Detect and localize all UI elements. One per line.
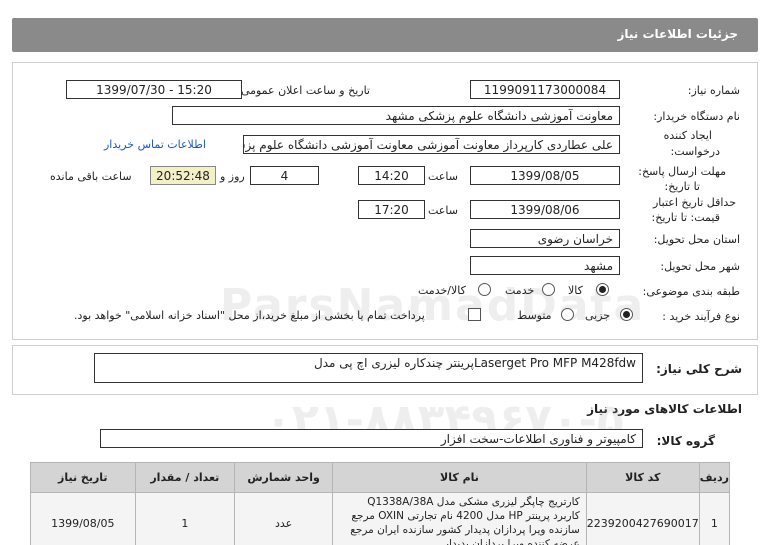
process-radio-minor[interactable] xyxy=(620,308,633,321)
category-radio-both[interactable] xyxy=(478,283,491,296)
announce-label: تاریخ و ساعت اعلان عمومی: xyxy=(237,84,370,97)
header-bar: جزئیات اطلاعات نیاز xyxy=(12,18,758,52)
category-radio-service[interactable] xyxy=(542,283,555,296)
deadline-label-2: تا تاریخ: xyxy=(664,180,700,193)
remaining-label: ساعت باقی مانده xyxy=(50,170,132,183)
days-field: 4 xyxy=(250,166,319,185)
buyer-contact-link[interactable]: اطلاعات تماس خریدار xyxy=(104,138,206,151)
validity-date-field: 1399/08/06 xyxy=(470,200,620,219)
city-field: مشهد xyxy=(470,256,620,275)
validity-time-field: 17:20 xyxy=(358,200,425,219)
deadline-date-field: 1399/08/05 xyxy=(470,166,620,185)
province-field: خراسان رضوی xyxy=(470,229,620,248)
creator-label-2: درخواست: xyxy=(670,145,720,158)
treasury-checkbox[interactable] xyxy=(468,308,481,321)
creator-label: ایجاد کننده xyxy=(663,129,712,142)
category-option-service: خدمت xyxy=(505,284,535,297)
col-qty: تعداد / مقدار xyxy=(134,462,236,493)
col-code: کد کالا xyxy=(585,462,700,493)
buyer-field: معاونت آموزشی دانشگاه علوم پزشکی مشهد xyxy=(172,106,620,125)
validity-label-2: قیمت: تا تاریخ: xyxy=(651,211,720,224)
col-name: نام کالا xyxy=(332,462,587,493)
cell-unit: عدد xyxy=(234,492,334,545)
process-option-minor: جزیی xyxy=(585,309,611,322)
category-option-both: کالا/خدمت xyxy=(418,284,466,297)
summary-label: شرح کلی نیاز: xyxy=(656,362,742,376)
city-label: شهر محل تحویل: xyxy=(660,260,740,273)
cell-code: 2239200427690017 xyxy=(585,492,700,545)
cell-row: 1 xyxy=(698,492,731,545)
page-title: جزئیات اطلاعات نیاز xyxy=(617,27,738,41)
cell-qty: 1 xyxy=(134,492,236,545)
treasury-note: پرداخت تمام یا بخشی از مبلغ خرید،از محل … xyxy=(74,309,425,322)
deadline-time-label: ساعت xyxy=(428,170,458,183)
process-radio-medium[interactable] xyxy=(561,308,574,321)
need-number-label: شماره نیاز: xyxy=(687,84,740,97)
validity-time-label: ساعت xyxy=(428,204,458,217)
cell-name: کارتریج چاپگر لیزری مشکی مدل Q1338A/38A … xyxy=(332,492,587,545)
category-label: طبقه بندی موضوعی: xyxy=(642,285,740,298)
buyer-label: نام دستگاه خریدار: xyxy=(653,110,740,123)
validity-label: حداقل تاریخ اعتبار xyxy=(652,196,736,209)
goods-group-label: گروه کالا: xyxy=(656,434,715,448)
category-option-goods: کالا xyxy=(568,284,583,297)
need-number-field: 1199091173000084 xyxy=(470,80,620,99)
process-label: نوع فرآیند خرید : xyxy=(662,310,740,323)
remaining-time-field: 20:52:48 xyxy=(150,166,216,185)
creator-field: علی عطاردی کارپرداز معاونت آموزشی معاونت… xyxy=(243,135,620,154)
goods-table: ردیف کد کالا نام کالا واحد شمارش تعداد /… xyxy=(30,462,731,545)
province-label: استان محل تحویل: xyxy=(653,233,740,246)
deadline-time-field: 14:20 xyxy=(358,166,425,185)
col-date: تاریخ نیاز xyxy=(30,462,136,493)
deadline-label: مهلت ارسال پاسخ: xyxy=(638,165,726,178)
summary-field: پرینتر چندکاره لیزری اچ پی مدلLaserget P… xyxy=(94,353,643,383)
process-option-medium: متوسط xyxy=(517,309,552,322)
goods-group-field: کامپیوتر و فناوری اطلاعات-سخت افزار xyxy=(100,429,643,448)
col-unit: واحد شمارش xyxy=(234,462,334,493)
days-label: روز و xyxy=(220,170,245,183)
category-radio-goods[interactable] xyxy=(596,283,609,296)
table-row[interactable]: 1 2239200427690017 کارتریج چاپگر لیزری م… xyxy=(30,492,731,545)
cell-date: 1399/08/05 xyxy=(30,492,136,545)
col-row: ردیف xyxy=(698,462,731,493)
announce-field: 1399/07/30 - 15:20 xyxy=(66,80,242,99)
